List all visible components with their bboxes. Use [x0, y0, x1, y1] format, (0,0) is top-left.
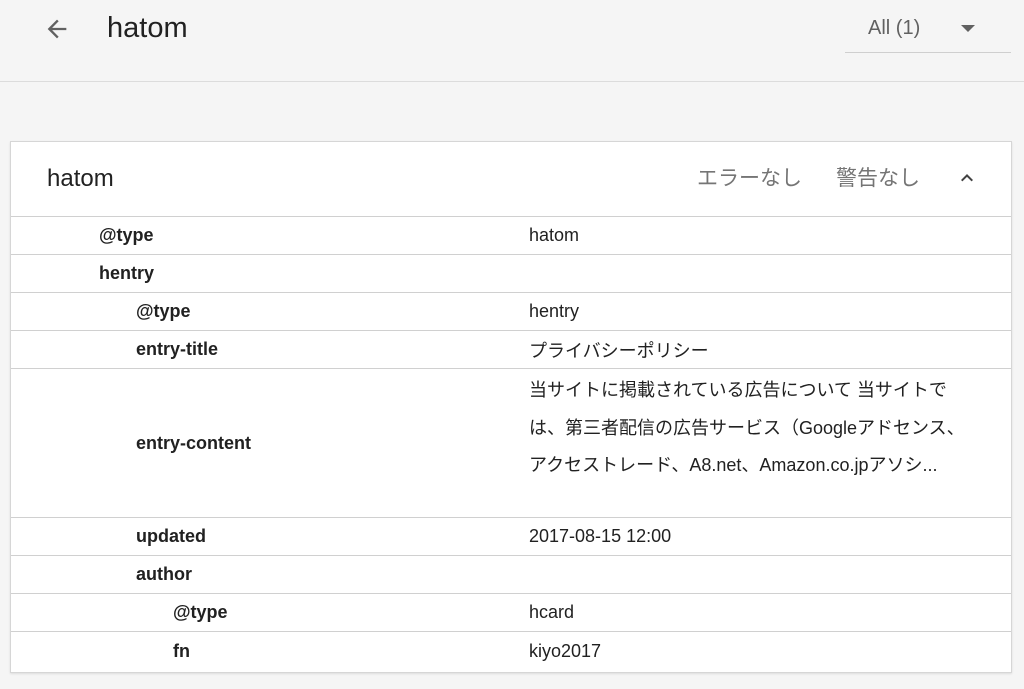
property-key: fn: [173, 640, 190, 661]
property-key: @type: [136, 301, 191, 321]
property-table: @type hatom hentry @type hentry entry-ti…: [11, 217, 1011, 670]
property-key: author: [136, 564, 192, 584]
property-value: 当サイトに掲載されている広告について 当サイトでは、第三者配信の広告サービス（G…: [529, 380, 965, 475]
property-value: [529, 255, 979, 292]
warnings-status: 警告なし: [836, 167, 920, 190]
property-key: hentry: [99, 263, 155, 283]
property-value: プライバシーポリシー: [529, 340, 709, 361]
card-title: hatom: [47, 165, 114, 192]
property-row: fn kiyo2017: [11, 632, 1011, 670]
back-button[interactable]: [36, 8, 78, 50]
top-bar: hatom All (1): [0, 0, 1024, 82]
property-row: entry-title プライバシーポリシー: [11, 331, 1011, 369]
property-row: @type hcard: [11, 594, 1011, 632]
property-value: hentry: [529, 301, 580, 321]
property-key: updated: [136, 526, 206, 546]
property-row: entry-content 当サイトに掲載されている広告について 当サイトでは、…: [11, 369, 1011, 518]
property-row: @type hentry: [11, 293, 1011, 331]
property-row: updated 2017-08-15 12:00: [11, 518, 1011, 556]
result-card: hatom エラーなし 警告なし @type hatom hentry @typ…: [10, 141, 1012, 673]
collapse-button[interactable]: [953, 164, 981, 192]
property-row: @type hatom: [11, 217, 1011, 255]
page-title: hatom: [107, 12, 188, 44]
property-value: 2017-08-15 12:00: [529, 526, 672, 546]
property-key: @type: [173, 602, 228, 622]
caret-down-icon: [961, 25, 975, 32]
property-key: entry-title: [136, 339, 219, 359]
chevron-up-icon: [955, 166, 979, 190]
property-value: hcard: [529, 602, 575, 622]
card-header[interactable]: hatom エラーなし 警告なし: [11, 142, 1011, 217]
property-row: author: [11, 556, 1011, 594]
property-row: hentry: [11, 255, 1011, 293]
result-filter-dropdown[interactable]: All (1): [845, 8, 1011, 53]
filter-selected-value: All (1): [868, 17, 921, 39]
arrow-back-icon: [43, 15, 71, 43]
errors-status: エラーなし: [697, 167, 802, 190]
property-value: [529, 556, 979, 593]
property-value: kiyo2017: [529, 640, 602, 661]
property-value: hatom: [529, 225, 580, 245]
property-key: entry-content: [136, 432, 252, 453]
property-key: @type: [99, 225, 154, 245]
